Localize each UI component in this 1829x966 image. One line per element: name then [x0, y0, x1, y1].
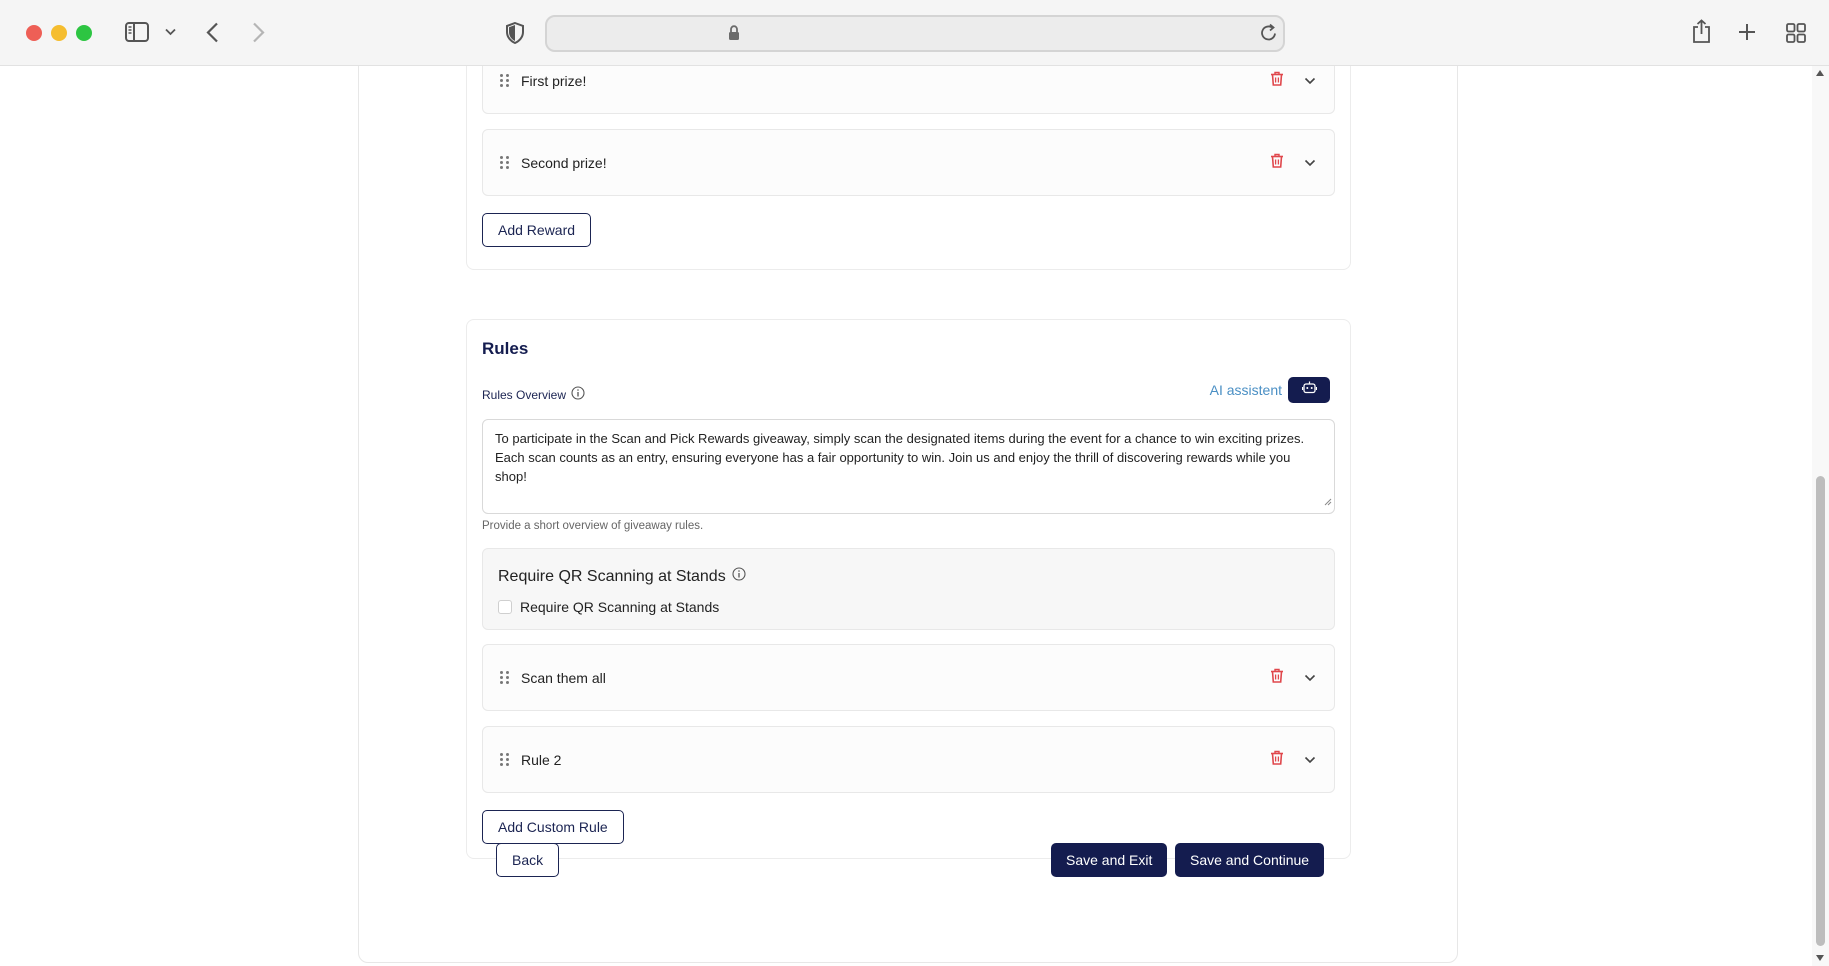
qr-scanning-checkbox[interactable]	[498, 600, 512, 614]
drag-handle-icon[interactable]	[500, 752, 510, 767]
rules-overview-label: Rules Overview	[482, 386, 585, 403]
minimize-window-button[interactable]	[51, 25, 67, 41]
reload-icon[interactable]	[1260, 23, 1278, 42]
chevron-left-icon[interactable]	[206, 22, 219, 43]
chevron-down-icon[interactable]	[1304, 154, 1316, 172]
qr-scanning-checkbox-label: Require QR Scanning at Stands	[520, 599, 720, 615]
info-icon[interactable]	[732, 567, 746, 586]
reward-item[interactable]: First prize!	[482, 66, 1335, 114]
save-and-exit-button[interactable]: Save and Exit	[1051, 843, 1168, 877]
qr-scanning-title: Require QR Scanning at Stands	[498, 567, 746, 586]
trash-icon[interactable]	[1270, 668, 1284, 688]
scrollbar-thumb[interactable]	[1816, 476, 1825, 946]
sidebar-icon[interactable]	[125, 22, 149, 42]
address-bar[interactable]	[545, 15, 1285, 52]
scroll-up-arrow-icon[interactable]	[1816, 70, 1824, 76]
scroll-down-arrow-icon[interactable]	[1816, 955, 1824, 961]
rewards-section: First prize! Second prize! Add Reward	[466, 66, 1351, 270]
resize-handle-icon[interactable]	[1324, 492, 1332, 511]
qr-scanning-box: Require QR Scanning at Stands Require QR…	[482, 548, 1335, 630]
rule-item-label: Scan them all	[521, 669, 606, 686]
chevron-down-icon[interactable]	[1304, 72, 1316, 90]
share-icon[interactable]	[1692, 19, 1711, 44]
qr-scanning-checkbox-row[interactable]: Require QR Scanning at Stands	[498, 599, 719, 615]
chevron-right-icon[interactable]	[252, 22, 265, 43]
add-custom-rule-button[interactable]: Add Custom Rule	[482, 810, 624, 844]
ai-assistant-button[interactable]	[1288, 377, 1330, 403]
rules-overview-label-text: Rules Overview	[482, 387, 567, 402]
trash-icon[interactable]	[1270, 153, 1284, 173]
reward-item-label: Second prize!	[521, 154, 607, 171]
trash-icon[interactable]	[1270, 750, 1284, 770]
rules-overview-text: To participate in the Scan and Pick Rewa…	[495, 431, 1305, 484]
add-reward-button[interactable]: Add Reward	[482, 213, 592, 247]
ai-assistant-link[interactable]: AI assistent	[1210, 382, 1282, 398]
robot-icon	[1301, 381, 1317, 399]
reward-item[interactable]: Second prize!	[482, 129, 1335, 196]
drag-handle-icon[interactable]	[500, 155, 510, 170]
giveaway-form-card: First prize! Second prize! Add Reward Ru…	[358, 66, 1458, 963]
back-button[interactable]: Back	[496, 843, 560, 877]
rule-item[interactable]: Scan them all	[482, 644, 1335, 711]
browser-toolbar	[0, 0, 1829, 66]
chevron-down-icon[interactable]	[1304, 751, 1316, 769]
qr-scanning-title-text: Require QR Scanning at Stands	[498, 567, 726, 585]
maximize-window-button[interactable]	[76, 25, 92, 41]
rules-section: Rules Rules Overview AI assistent To par…	[466, 319, 1351, 859]
rules-overview-helper: Provide a short overview of giveaway rul…	[482, 520, 704, 532]
rules-overview-textarea[interactable]: To participate in the Scan and Pick Rewa…	[482, 419, 1335, 514]
rule-item-label: Rule 2	[521, 751, 562, 768]
close-window-button[interactable]	[26, 25, 42, 41]
trash-icon[interactable]	[1270, 71, 1284, 91]
rule-item[interactable]: Rule 2	[482, 726, 1335, 793]
chevron-down-icon[interactable]	[1304, 669, 1316, 687]
shield-icon[interactable]	[505, 22, 525, 44]
rules-title: Rules	[482, 339, 529, 358]
plus-icon[interactable]	[1738, 23, 1756, 41]
save-and-continue-button[interactable]: Save and Continue	[1175, 843, 1325, 877]
drag-handle-icon[interactable]	[500, 73, 510, 88]
page-viewport: First prize! Second prize! Add Reward Ru…	[0, 66, 1812, 966]
info-icon[interactable]	[571, 386, 585, 403]
tab-grid-icon[interactable]	[1786, 23, 1806, 43]
lock-icon	[728, 25, 740, 41]
chevron-down-icon[interactable]	[165, 28, 176, 36]
reward-item-label: First prize!	[521, 72, 587, 89]
page-scrollbar[interactable]	[1812, 66, 1829, 966]
drag-handle-icon[interactable]	[500, 670, 510, 685]
